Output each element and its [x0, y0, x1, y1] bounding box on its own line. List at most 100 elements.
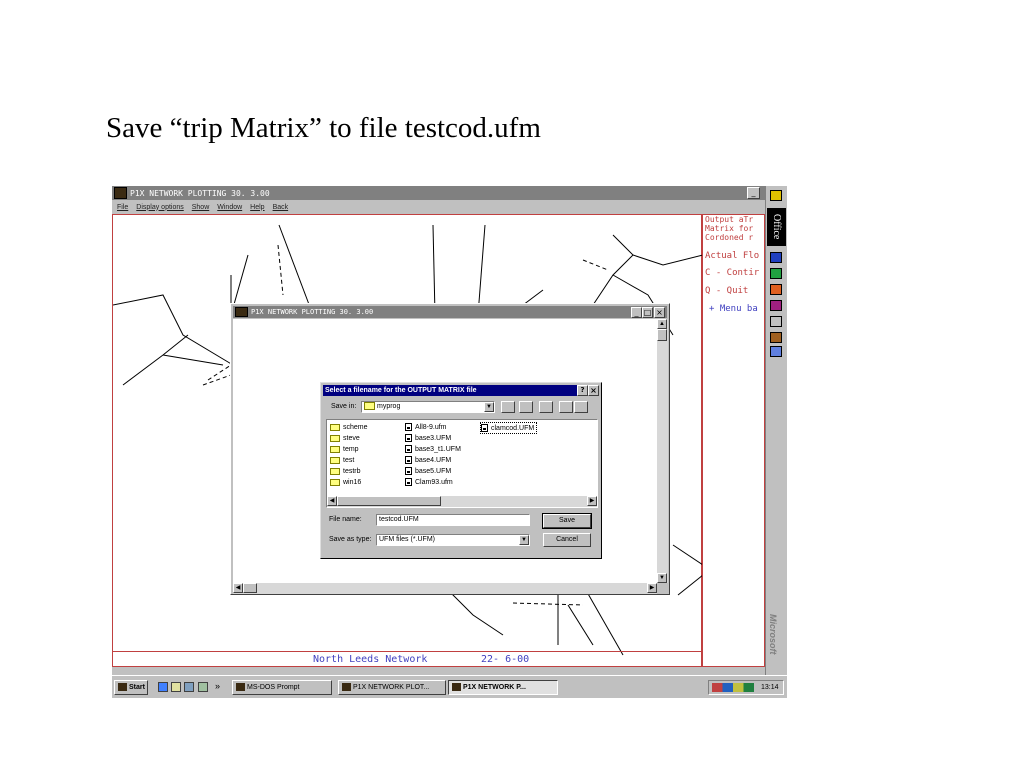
word-icon[interactable]: [770, 252, 782, 263]
menu-file[interactable]: File: [117, 204, 128, 211]
scroll-left-icon[interactable]: ◀: [233, 583, 243, 593]
network-link: [477, 224, 486, 316]
list-scroll-thumb[interactable]: [337, 496, 441, 506]
cancel-button[interactable]: Cancel: [543, 533, 591, 547]
folder-item[interactable]: test: [330, 455, 354, 465]
details-view-icon[interactable]: [574, 401, 588, 413]
excel-icon[interactable]: [770, 268, 782, 279]
inner-hscroll[interactable]: ◀ ▶: [233, 583, 657, 594]
file-list[interactable]: scheme steve temp test testrb win16 All8…: [326, 419, 598, 508]
taskbar: Start » MS-DOS Prompt P1X NETWORK PLOT..…: [112, 675, 787, 698]
file-item[interactable]: Clam93.ufm: [405, 477, 453, 487]
start-button[interactable]: Start: [114, 680, 148, 695]
network-link-dashed: [582, 259, 609, 271]
inner-titlebar[interactable]: P1X NETWORK PLOTTING 30. 3.00 _ □ ×: [233, 306, 667, 318]
network-link-dashed: [512, 602, 584, 606]
file-item[interactable]: base5.UFM: [405, 466, 451, 476]
save-button[interactable]: Save: [542, 513, 592, 529]
scroll-thumb-horizontal[interactable]: [243, 583, 257, 593]
info-line: Actual Flo: [705, 251, 760, 261]
file-icon: [405, 467, 412, 475]
network-link: [592, 234, 634, 306]
up-one-level-icon[interactable]: [501, 401, 515, 413]
new-folder-icon[interactable]: [539, 401, 553, 413]
save-in-value: myprog: [377, 403, 401, 410]
menu-back[interactable]: Back: [273, 204, 289, 211]
file-name-input[interactable]: testcod.UFM: [376, 514, 530, 526]
menu-display-options[interactable]: Display options: [136, 204, 183, 211]
file-icon: [405, 445, 412, 453]
channels-icon[interactable]: [198, 682, 208, 692]
schedule-icon[interactable]: [770, 316, 782, 327]
file-item[interactable]: clamcod.UFM: [480, 422, 538, 434]
more-icon[interactable]: »: [215, 681, 220, 691]
save-in-label: Save in:: [331, 403, 357, 410]
folder-item[interactable]: testrb: [330, 466, 361, 476]
network-name: North Leeds Network: [313, 654, 428, 665]
outlook-icon[interactable]: [171, 682, 181, 692]
network-link: [672, 544, 703, 566]
dialog-titlebar[interactable]: Select a filename for the OUTPUT MATRIX …: [323, 385, 599, 396]
network-link: [567, 604, 594, 646]
task-p1x-plot-2[interactable]: P1X NETWORK P...: [448, 680, 558, 695]
tray-icons[interactable]: [712, 683, 754, 692]
inner-minimize-icon[interactable]: _: [631, 307, 642, 318]
folder-icon: [330, 456, 340, 464]
menu-help[interactable]: Help: [250, 204, 264, 211]
list-view-icon[interactable]: [559, 401, 573, 413]
network-link-dashed: [277, 244, 284, 296]
minimize-icon[interactable]: _: [747, 187, 760, 199]
folder-item[interactable]: temp: [330, 444, 359, 454]
internet-explorer-icon[interactable]: [158, 682, 168, 692]
folder-item[interactable]: steve: [330, 433, 360, 443]
desktop-icon[interactable]: [184, 682, 194, 692]
desktop-icon[interactable]: [519, 401, 533, 413]
file-item[interactable]: base3.UFM: [405, 433, 451, 443]
scroll-right-icon[interactable]: ▶: [647, 583, 657, 593]
office-shortcut-bar: Office Microsoft: [765, 186, 787, 676]
scroll-thumb[interactable]: [657, 329, 667, 341]
scroll-down-icon[interactable]: ▼: [657, 573, 667, 583]
clock[interactable]: 13:14: [761, 684, 779, 691]
office-label: Office: [767, 208, 786, 246]
inner-maximize-icon[interactable]: □: [642, 307, 653, 318]
menu-window[interactable]: Window: [217, 204, 242, 211]
chevron-down-icon[interactable]: ▼: [484, 402, 494, 412]
file-item[interactable]: base3_t1.UFM: [405, 444, 461, 454]
app-titlebar[interactable]: P1X NETWORK PLOTTING 30. 3.00 _: [112, 186, 765, 200]
menu-option-continue[interactable]: C - Contir: [705, 268, 759, 278]
file-list-hscroll[interactable]: ◀ ▶: [327, 496, 597, 507]
network-link-dashed: [202, 374, 232, 386]
network-link: [113, 294, 234, 366]
file-item[interactable]: base4.UFM: [405, 455, 451, 465]
folder-icon: [330, 478, 340, 486]
menu-show[interactable]: Show: [192, 204, 210, 211]
folder-item[interactable]: scheme: [330, 422, 368, 432]
info-line: Cordoned r: [705, 233, 754, 242]
inner-close-icon[interactable]: ×: [654, 307, 665, 318]
office-logo-icon[interactable]: [770, 190, 782, 201]
list-scroll-right-icon[interactable]: ▶: [587, 496, 597, 506]
save-as-type-select[interactable]: UFM files (*.UFM) ▼: [376, 534, 530, 546]
powerpoint-icon[interactable]: [770, 284, 782, 295]
find-icon[interactable]: [770, 346, 782, 357]
access-icon[interactable]: [770, 300, 782, 311]
inner-vscroll[interactable]: ▲ ▼: [657, 319, 668, 583]
file-item[interactable]: All8-9.ufm: [405, 422, 447, 432]
scroll-up-icon[interactable]: ▲: [657, 319, 667, 329]
task-ms-dos-prompt[interactable]: MS-DOS Prompt: [232, 680, 332, 695]
chevron-down-icon[interactable]: ▼: [519, 535, 529, 545]
binder-icon[interactable]: [770, 332, 782, 343]
list-scroll-left-icon[interactable]: ◀: [327, 496, 337, 506]
app-title: P1X NETWORK PLOTTING 30. 3.00: [130, 188, 270, 198]
help-icon[interactable]: ?: [577, 385, 588, 396]
task-p1x-plot-1[interactable]: P1X NETWORK PLOT...: [338, 680, 446, 695]
inner-app-icon: [235, 307, 248, 317]
save-in-select[interactable]: myprog ▼: [361, 401, 495, 413]
menu-option-bar[interactable]: + Menu ba: [709, 304, 758, 314]
menu-option-quit[interactable]: Q - Quit: [705, 286, 748, 296]
folder-item[interactable]: win16: [330, 477, 361, 487]
info-line: Output aTr: [705, 215, 754, 224]
dialog-close-icon[interactable]: ×: [588, 385, 599, 396]
file-icon: [405, 456, 412, 464]
